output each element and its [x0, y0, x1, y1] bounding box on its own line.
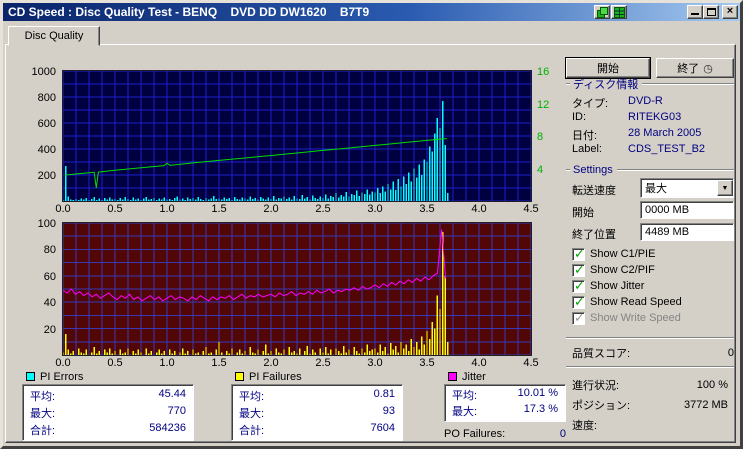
disc-type-row: タイプ:DVD-R [572, 95, 734, 108]
pi-errors-total-row: 合計:584236 [30, 422, 186, 438]
end-position-label: 終了位置 [572, 226, 616, 242]
pi-failures-max-row: 最大:93 [239, 405, 395, 421]
po-failures-row: PO Failures: 0 [444, 428, 566, 440]
checkbox-show-c1-pie[interactable]: ✓ Show C1/PIE [572, 247, 655, 261]
disc-info-header: ディスク情報 [566, 78, 734, 90]
top-chart-y-axis-left: 1000800600400200 [19, 71, 59, 201]
position-label: ポジション: [572, 397, 630, 413]
main-panel: 1000800600400200 161284 0.00.51.01.52.02… [5, 44, 736, 443]
close-button[interactable]: × [722, 5, 738, 19]
copy-disc-icon [597, 7, 608, 18]
pi-errors-read-speed-chart [63, 71, 531, 201]
jitter-swatch [448, 372, 457, 381]
checkbox-box: ✓ [572, 280, 585, 293]
pi-failures-stats-box: 平均:0.81 最大:93 合計:7604 [231, 384, 403, 441]
app-window: CD Speed : Disc Quality Test - BENQ DVD … [0, 0, 743, 449]
exit-clock-icon: ◷ [703, 62, 713, 75]
checkbox-show-read-speed[interactable]: ✓ Show Read Speed [572, 295, 682, 309]
tab-disc-quality[interactable]: Disc Quality [8, 26, 100, 46]
checkbox-box: ✓ [572, 248, 585, 261]
chevron-down-icon[interactable]: ▼ [717, 180, 733, 196]
pi-errors-legend: PI Errors [26, 371, 83, 382]
start-mb-label: 開始 [572, 204, 594, 220]
disc-date-row: 日付:28 March 2005 [572, 127, 734, 140]
jitter-legend: Jitter [448, 371, 486, 382]
checkbox-box: ✓ [572, 264, 585, 277]
speed-label: 速度: [572, 417, 597, 433]
settings-header: Settings [566, 164, 734, 176]
bottom-chart-y-axis-left: 10080604020 [19, 223, 59, 355]
end-position-field[interactable]: 4489 MB [640, 223, 734, 241]
position-value: 3772 MB [684, 399, 728, 411]
jitter-max-row: 最大:17.3 % [452, 403, 558, 419]
quality-separator-bottom [566, 366, 734, 368]
tab-label: Disc Quality [25, 30, 84, 42]
quality-separator-top [566, 337, 734, 339]
speed-row: 速度: [572, 418, 728, 432]
checkbox-box: ✓ [572, 312, 585, 325]
disc-info-title: ディスク情報 [573, 76, 638, 92]
minimize-button[interactable] [687, 5, 703, 19]
pi-errors-average-row: 平均:45.44 [30, 388, 186, 404]
maximize-icon [707, 8, 716, 16]
progress-label: 進行状況: [572, 377, 619, 393]
disc-id-row: ID:RITEKG03 [572, 111, 734, 124]
pi-failures-average-row: 平均:0.81 [239, 388, 395, 404]
window-title: CD Speed : Disc Quality Test - BENQ DVD … [3, 5, 369, 19]
checkbox-show-jitter[interactable]: ✓ Show Jitter [572, 279, 644, 293]
pi-failures-swatch [235, 372, 244, 381]
progress-value: 100 % [697, 379, 728, 391]
quality-score-value: 0 [728, 347, 734, 359]
maximize-button[interactable] [703, 5, 719, 19]
pi-failures-legend: PI Failures [235, 371, 302, 382]
top-chart-y-axis-right: 161284 [535, 71, 561, 201]
quality-score-row: 品質スコア: 0 [572, 346, 734, 360]
settings-header-line [617, 169, 734, 171]
position-row: ポジション: 3772 MB [572, 398, 728, 412]
grid-icon [614, 7, 625, 18]
settings-title: Settings [573, 164, 613, 176]
po-failures-label: PO Failures: [444, 428, 505, 440]
transfer-speed-label: 転送速度 [572, 182, 616, 198]
disc-info-header-line [642, 83, 734, 85]
jitter-label: Jitter [462, 371, 486, 383]
transfer-speed-value: 最大 [641, 180, 717, 196]
po-failures-value: 0 [560, 428, 566, 440]
pi-errors-label: PI Errors [40, 371, 83, 383]
progress-row: 進行状況: 100 % [572, 378, 728, 392]
titlebar-grid-icon[interactable] [611, 5, 627, 19]
jitter-average-row: 平均:10.01 % [452, 387, 558, 403]
top-chart-x-axis: 0.00.51.01.52.02.53.03.54.04.5 [63, 203, 531, 215]
pi-errors-stats-box: 平均:45.44 最大:770 合計:584236 [22, 384, 194, 441]
pi-failures-total-row: 合計:7604 [239, 422, 395, 438]
start-button[interactable]: 開始 [566, 58, 650, 78]
exit-button[interactable]: 終了 ◷ [656, 58, 734, 78]
pi-failures-label: PI Failures [249, 371, 302, 383]
quality-score-label: 品質スコア: [572, 345, 630, 361]
close-icon: × [727, 6, 733, 17]
checkbox-show-write-speed: ✓ Show Write Speed [572, 311, 681, 325]
titlebar[interactable]: CD Speed : Disc Quality Test - BENQ DVD … [3, 3, 740, 21]
start-button-label: 開始 [597, 60, 619, 76]
pi-errors-max-row: 最大:770 [30, 405, 186, 421]
bottom-chart-x-axis: 0.00.51.01.52.02.53.03.54.04.5 [63, 357, 531, 369]
exit-button-label: 終了 [677, 60, 699, 76]
jitter-stats-box: 平均:10.01 % 最大:17.3 % [444, 384, 566, 422]
disc-info-header-dash [566, 83, 570, 85]
transfer-speed-select[interactable]: 最大 ▼ [640, 178, 734, 198]
disc-label-row: Label:CDS_TEST_B2 [572, 143, 734, 156]
checkbox-show-c2-pif[interactable]: ✓ Show C2/PIF [572, 263, 655, 277]
pi-errors-swatch [26, 372, 35, 381]
settings-header-dash [566, 169, 570, 171]
titlebar-copy-disc-icon[interactable] [594, 5, 610, 19]
minimize-icon [691, 13, 699, 15]
pi-failures-jitter-chart [63, 223, 531, 355]
checkbox-box: ✓ [572, 296, 585, 309]
start-mb-field[interactable]: 0000 MB [640, 201, 734, 219]
